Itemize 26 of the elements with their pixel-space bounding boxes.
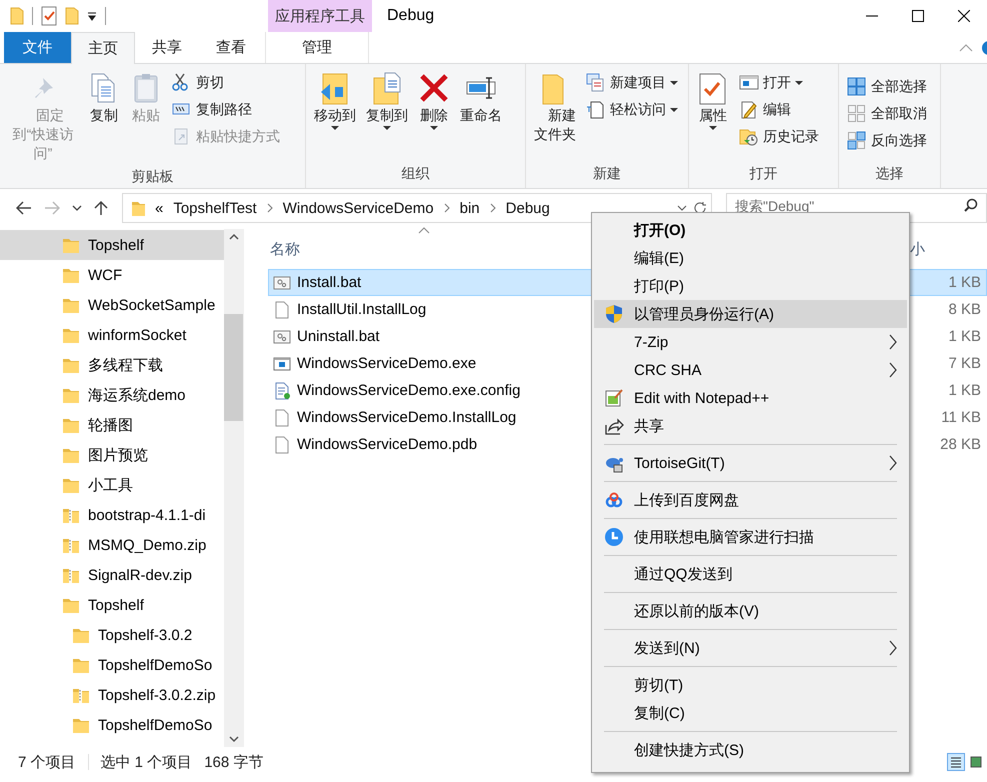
file-name: WindowsServiceDemo.pdb bbox=[297, 436, 478, 453]
file-size: 11 KB bbox=[941, 409, 982, 426]
file-size: 1 KB bbox=[948, 382, 982, 399]
file-size: 28 KB bbox=[940, 436, 982, 453]
item-count: 7 个项目 bbox=[18, 752, 76, 772]
file-size: 7 KB bbox=[948, 355, 982, 372]
selection-count: 选中 1 个项目 bbox=[100, 752, 192, 772]
group-label: 选择 bbox=[874, 164, 904, 183]
file-size: 1 KB bbox=[948, 328, 982, 345]
search-placeholder: 搜索"Debug" bbox=[735, 198, 814, 216]
file-name: WindowsServiceDemo.exe bbox=[297, 355, 476, 372]
file-name: WindowsServiceDemo.InstallLog bbox=[297, 409, 516, 426]
file-name: Install.bat bbox=[297, 274, 362, 291]
group-label: 新建 bbox=[592, 164, 622, 183]
file-name: WindowsServiceDemo.exe.config bbox=[297, 382, 520, 399]
file-size: 1 KB bbox=[948, 274, 982, 291]
selection-size: 168 字节 bbox=[204, 752, 264, 772]
file-name: InstallUtil.InstallLog bbox=[297, 301, 426, 318]
window-title: Debug bbox=[387, 7, 434, 25]
group-label: 组织 bbox=[400, 164, 430, 183]
overflow-chevron: « bbox=[155, 200, 164, 216]
group-label: 剪贴板 bbox=[130, 167, 174, 186]
file-size: 8 KB bbox=[948, 301, 982, 318]
file-name: Uninstall.bat bbox=[297, 328, 380, 345]
group-label: 打开 bbox=[748, 164, 778, 183]
context-tab-header: 应用程序工具 bbox=[268, 0, 372, 32]
